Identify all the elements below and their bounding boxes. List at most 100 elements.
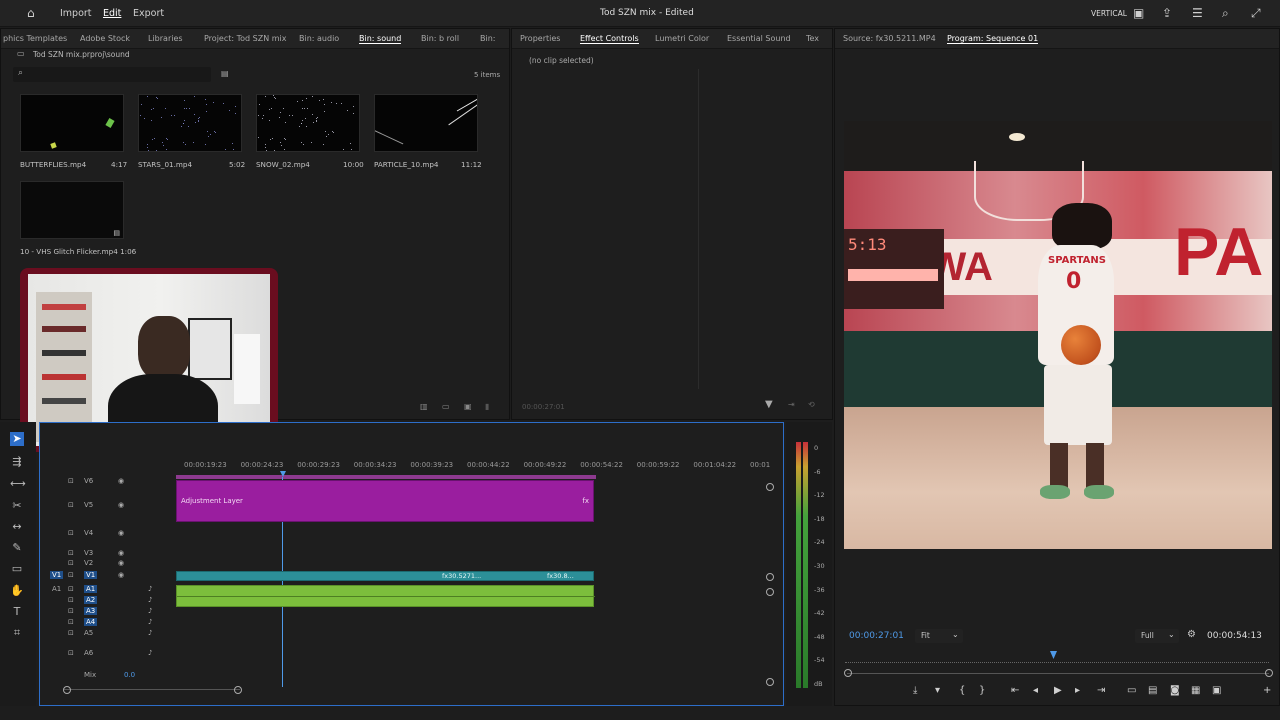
transform-icon[interactable]: ⌗	[10, 626, 24, 640]
tab-bin-audio[interactable]: Bin: audio	[299, 34, 339, 43]
scroll-handle-left[interactable]	[63, 686, 71, 694]
automate-icon[interactable]: ▥	[420, 402, 428, 411]
multicam-icon[interactable]: ▣	[1212, 685, 1221, 696]
export-frame-icon[interactable]: ◙	[1170, 685, 1180, 696]
go-to-in-icon[interactable]: ⇤	[1011, 685, 1019, 696]
ripple-edit-icon[interactable]: ⟷	[10, 477, 26, 491]
v-scroll-mid[interactable]	[766, 573, 774, 581]
bin-folder-icon[interactable]: ▭	[442, 402, 450, 411]
insert-marker-icon[interactable]: ⤓	[913, 685, 917, 696]
trash-icon[interactable]: ▮	[485, 402, 489, 411]
menu-import[interactable]: Import	[60, 8, 92, 19]
source-patch-a1[interactable]: A1	[52, 585, 61, 593]
filter-icon[interactable]: ▼	[765, 399, 773, 410]
mic-icon[interactable]: ♪	[148, 618, 152, 626]
menu-export[interactable]: Export	[133, 8, 164, 19]
eye-icon[interactable]: ◉	[118, 559, 124, 567]
timeline-scroll[interactable]	[64, 689, 240, 690]
mic-icon[interactable]: ♪	[148, 649, 152, 657]
mic-icon[interactable]: ♪	[148, 596, 152, 604]
go-to-out-icon[interactable]: ⇥	[1097, 685, 1105, 696]
tab-bin-more[interactable]: Bin:	[480, 34, 495, 43]
eye-icon[interactable]: ◉	[118, 571, 124, 579]
source-patch-v1[interactable]: V1	[50, 571, 64, 579]
tab-lumetri-color[interactable]: Lumetri Color	[655, 34, 709, 43]
extract-icon[interactable]: ▤	[1148, 685, 1157, 696]
lock-icon[interactable]: ⊡	[68, 571, 74, 579]
razor-icon[interactable]: ✂	[10, 499, 24, 513]
thumb-vhs[interactable]: ▤	[20, 181, 124, 239]
track-label[interactable]: A1	[84, 585, 98, 593]
pen-icon[interactable]: ✎	[10, 541, 24, 555]
a-scroll-bottom[interactable]	[766, 678, 774, 686]
track-label[interactable]: V1	[84, 571, 98, 579]
timeline-ruler[interactable]: 00:00:19:23 00:00:24:23 00:00:29:23 00:00:3…	[176, 457, 776, 477]
fit-select[interactable]: Fit ⌄	[915, 629, 963, 643]
rectangle-icon[interactable]: ▭	[10, 562, 24, 576]
tab-project[interactable]: Project: Tod SZN mix	[204, 34, 287, 43]
v-scroll-top[interactable]	[766, 483, 774, 491]
lock-icon[interactable]: ⊡	[68, 501, 74, 509]
tab-adobe-stock[interactable]: Adobe Stock	[80, 34, 130, 43]
zoom-handle-left[interactable]	[844, 669, 852, 677]
menu-edit[interactable]: Edit	[103, 8, 121, 19]
lift-icon[interactable]: ▭	[1127, 685, 1136, 696]
track-label[interactable]: V2	[84, 559, 93, 567]
lock-icon[interactable]: ⊡	[68, 596, 74, 604]
eye-icon[interactable]: ◉	[118, 501, 124, 509]
layout-icon[interactable]: ▣	[1133, 7, 1144, 19]
zoom-bar[interactable]	[847, 673, 1269, 674]
thumb-particle[interactable]	[374, 94, 478, 152]
v1-clips[interactable]: fx30.5271... fx30.8...	[176, 571, 594, 581]
compare-icon[interactable]: ▦	[1191, 685, 1200, 696]
track-label[interactable]: A2	[84, 596, 98, 604]
slip-icon[interactable]: ↔	[10, 520, 24, 534]
tab-source[interactable]: Source: fx30.5211.MP4	[843, 34, 936, 43]
tab-program[interactable]: Program: Sequence 01	[947, 34, 1039, 44]
track-label[interactable]: A4	[84, 618, 98, 626]
mic-icon[interactable]: ♪	[148, 607, 152, 615]
tab-graphics-templates[interactable]: phics Templates	[3, 34, 67, 43]
zoom-handle-right[interactable]	[1265, 669, 1273, 677]
tab-libraries[interactable]: Libraries	[148, 34, 183, 43]
track-label[interactable]: A6	[84, 649, 93, 657]
search-input[interactable]: ⌕	[13, 67, 211, 82]
track-select-icon[interactable]: ⇶	[10, 455, 24, 469]
mic-icon[interactable]: ♪	[148, 629, 152, 637]
lock-icon[interactable]: ⊡	[68, 559, 74, 567]
program-timecode[interactable]: 00:00:27:01	[849, 631, 904, 641]
eye-icon[interactable]: ◉	[118, 529, 124, 537]
step-forward-icon[interactable]: ▸	[1075, 685, 1080, 696]
work-area-bar[interactable]	[176, 475, 596, 479]
tab-bin-broll[interactable]: Bin: b roll	[421, 34, 459, 43]
tab-effect-controls[interactable]: Effect Controls	[580, 34, 639, 44]
loop-icon[interactable]: ⟲	[808, 400, 815, 409]
wrench-icon[interactable]: ⚙	[1187, 629, 1196, 640]
eye-icon[interactable]: ◉	[118, 477, 124, 485]
tab-bin-sound[interactable]: Bin: sound	[359, 34, 402, 44]
share-icon[interactable]: ⇪	[1162, 7, 1172, 19]
lock-icon[interactable]: ⊡	[68, 529, 74, 537]
track-label[interactable]: A5	[84, 629, 93, 637]
mix-value[interactable]: 0.0	[124, 671, 135, 679]
play-icon[interactable]: ▶	[1054, 685, 1062, 696]
mic-icon[interactable]: ♪	[148, 585, 152, 593]
a-scroll-top[interactable]	[766, 588, 774, 596]
lock-icon[interactable]: ⊡	[68, 477, 74, 485]
adjustment-layer-clip[interactable]: Adjustment Layer fx	[176, 480, 594, 522]
home-icon[interactable]: ⌂	[27, 7, 35, 19]
type-icon[interactable]: T	[10, 605, 24, 619]
workspace-label[interactable]: VERTICAL	[1091, 9, 1127, 18]
thumb-butterflies[interactable]	[20, 94, 124, 152]
thumb-stars[interactable]	[138, 94, 242, 152]
lock-icon[interactable]: ⊡	[68, 629, 74, 637]
tab-essential-sound[interactable]: Essential Sound	[727, 34, 791, 43]
track-label[interactable]: A3	[84, 607, 98, 615]
lock-icon[interactable]: ⊡	[68, 649, 74, 657]
track-label[interactable]: V4	[84, 529, 93, 537]
marker-icon[interactable]: ▾	[935, 685, 940, 696]
export-icon[interactable]: ⇥	[788, 400, 795, 409]
lock-icon[interactable]: ⊡	[68, 549, 74, 557]
selection-tool-icon[interactable]: ➤	[10, 432, 24, 446]
mini-ruler[interactable]	[845, 657, 1269, 663]
